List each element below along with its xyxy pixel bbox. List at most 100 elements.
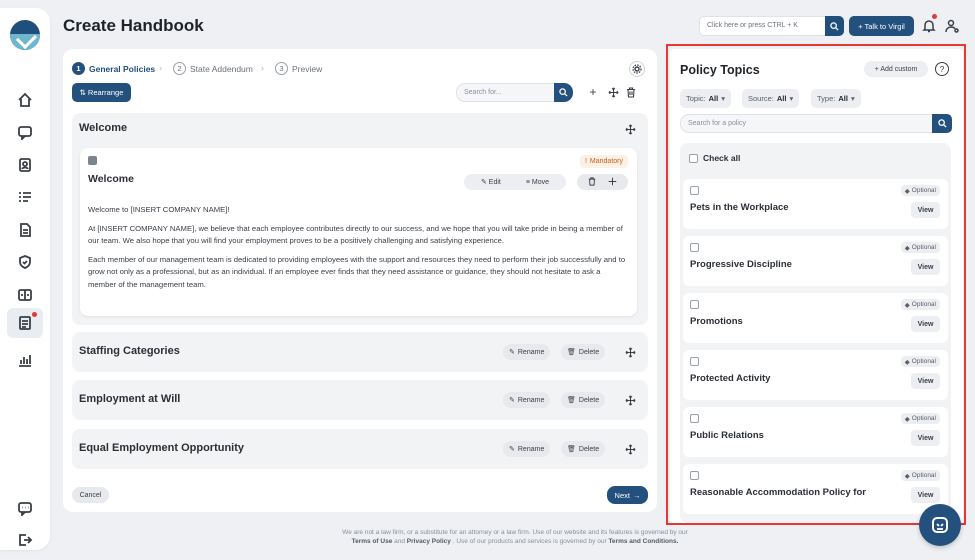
step-label: State Addendum xyxy=(190,63,253,74)
policy-card-welcome: ! Mandatory Welcome ✎ Edit ≡ Move Welcome… xyxy=(80,148,637,316)
sidebar xyxy=(0,8,50,550)
policy-type-icon xyxy=(88,156,97,165)
gear-icon[interactable] xyxy=(629,61,645,77)
cancel-button[interactable]: Cancel xyxy=(72,487,109,503)
arrow-right-icon: → xyxy=(632,490,641,500)
document-icon[interactable] xyxy=(13,218,37,242)
rename-button[interactable]: ✎ Rename xyxy=(503,441,551,457)
step-state-addendum[interactable]: 2 State Addendum xyxy=(173,62,253,75)
contacts-icon[interactable] xyxy=(13,153,37,177)
rename-icon: ✎ xyxy=(509,397,515,404)
delete-button[interactable]: 🗑 Delete xyxy=(561,441,606,457)
step-number: 2 xyxy=(173,62,186,75)
section-title: Employment at Will xyxy=(79,393,181,405)
step-number: 3 xyxy=(275,62,288,75)
section-welcome: Welcome ! Mandatory Welcome ✎ Edit ≡ Move… xyxy=(72,113,648,325)
sort-icon: ⇅ xyxy=(79,88,86,97)
highlight-box xyxy=(666,44,966,525)
terms-and-conditions-link[interactable]: Terms and Conditions. xyxy=(608,538,678,545)
section-search-input[interactable]: Search for... xyxy=(456,83,555,102)
drag-handle-icon[interactable] xyxy=(625,122,639,136)
rename-icon: ✎ xyxy=(509,446,515,453)
drag-handle-icon[interactable] xyxy=(625,442,639,456)
trash-icon: 🗑 xyxy=(567,397,576,404)
footer-text: We are not a law firm, or a substitute f… xyxy=(342,529,688,536)
notification-dot xyxy=(932,14,937,19)
handbook-icon[interactable] xyxy=(7,308,43,338)
handbook-editor-panel: 1 General Policies › 2 State Addendum › … xyxy=(63,49,657,512)
rename-button[interactable]: ✎ Rename xyxy=(503,392,551,408)
drag-handle-icon[interactable] xyxy=(625,345,639,359)
bell-icon[interactable] xyxy=(921,18,937,34)
move-button[interactable]: ≡ Move xyxy=(526,179,549,186)
legal-footer: We are not a law firm, or a substitute f… xyxy=(280,528,750,546)
section-title: Equal Employment Opportunity xyxy=(79,442,245,454)
trash-icon[interactable] xyxy=(588,176,596,188)
drag-handle-icon[interactable] xyxy=(625,393,639,407)
robot-icon xyxy=(932,517,948,533)
command-search-input[interactable]: Click here or press CTRL + K xyxy=(699,16,844,36)
notification-dot xyxy=(32,312,37,317)
trash-icon[interactable] xyxy=(624,85,638,99)
search-icon[interactable] xyxy=(825,16,844,36)
trash-icon: 🗑 xyxy=(567,446,576,453)
delete-label: Delete xyxy=(578,348,600,356)
delete-button[interactable]: 🗑 Delete xyxy=(561,344,606,360)
logout-icon[interactable] xyxy=(13,528,37,552)
rename-label: Rename xyxy=(517,348,545,356)
rename-label: Rename xyxy=(517,396,545,404)
policy-paragraph: Welcome to [INSERT COMPANY NAME]! xyxy=(88,205,230,214)
edit-button[interactable]: ✎ Edit xyxy=(481,178,501,186)
section-title: Welcome xyxy=(79,122,128,134)
move-all-icon[interactable] xyxy=(606,85,620,99)
checklist-icon[interactable] xyxy=(13,185,37,209)
home-icon[interactable] xyxy=(13,88,37,112)
edit-move-group: ✎ Edit ≡ Move xyxy=(464,174,566,190)
rename-button[interactable]: ✎ Rename xyxy=(503,344,551,360)
next-button[interactable]: Next → xyxy=(607,486,648,504)
analytics-icon[interactable] xyxy=(13,348,37,372)
policy-paragraph: At [INSERT COMPANY NAME], we believe tha… xyxy=(88,223,623,246)
compare-icon[interactable] xyxy=(13,283,37,307)
section-title: Staffing Categories xyxy=(79,345,180,357)
step-preview[interactable]: 3 Preview xyxy=(275,62,322,75)
privacy-policy-link[interactable]: Privacy Policy xyxy=(407,538,451,545)
user-settings-icon[interactable] xyxy=(944,18,960,34)
terms-of-use-link[interactable]: Terms of Use xyxy=(352,538,393,545)
step-general-policies[interactable]: 1 General Policies xyxy=(72,62,155,75)
step-label: General Policies xyxy=(89,63,156,74)
delete-label: Delete xyxy=(578,445,600,453)
next-label: Next xyxy=(614,490,630,500)
edit-label: Edit xyxy=(488,179,501,186)
section-staffing-categories: Staffing Categories ✎ Rename 🗑 Delete xyxy=(72,332,648,372)
alert-icon: ! xyxy=(584,158,587,165)
rearrange-button[interactable]: ⇅ Rearrange xyxy=(72,83,131,102)
mandatory-badge: ! Mandatory xyxy=(579,155,628,168)
badge-label: Mandatory xyxy=(589,158,623,165)
page-title: Create Handbook xyxy=(63,16,204,35)
talk-to-virgil-button[interactable]: + Talk to Virgil xyxy=(849,16,914,36)
policy-paragraph: Each member of our management team is de… xyxy=(88,254,626,289)
chevron-right-icon: › xyxy=(261,63,264,73)
delete-button[interactable]: 🗑 Delete xyxy=(561,392,606,408)
policy-title: Welcome xyxy=(88,173,134,185)
feedback-icon[interactable] xyxy=(13,496,37,520)
app-logo[interactable] xyxy=(10,20,40,50)
assistant-fab-button[interactable] xyxy=(919,504,961,546)
drag-handle-icon[interactable] xyxy=(608,177,617,188)
search-icon[interactable] xyxy=(554,83,573,102)
rearrange-label: Rearrange xyxy=(87,88,124,97)
section-employment-at-will: Employment at Will ✎ Rename 🗑 Delete xyxy=(72,380,648,420)
footer-text: . Use of our products and services is go… xyxy=(452,538,607,545)
step-label: Preview xyxy=(292,63,323,74)
shield-icon[interactable] xyxy=(13,250,37,274)
section-equal-employment-opportunity: Equal Employment Opportunity ✎ Rename 🗑 De… xyxy=(72,429,648,469)
step-number: 1 xyxy=(72,62,85,75)
rename-label: Rename xyxy=(517,445,545,453)
chevron-right-icon: › xyxy=(159,63,162,73)
trash-icon: 🗑 xyxy=(567,349,576,356)
move-label: Move xyxy=(531,178,549,186)
add-icon[interactable]: + xyxy=(586,85,600,99)
delete-label: Delete xyxy=(578,396,600,404)
chat-icon[interactable] xyxy=(13,120,37,144)
